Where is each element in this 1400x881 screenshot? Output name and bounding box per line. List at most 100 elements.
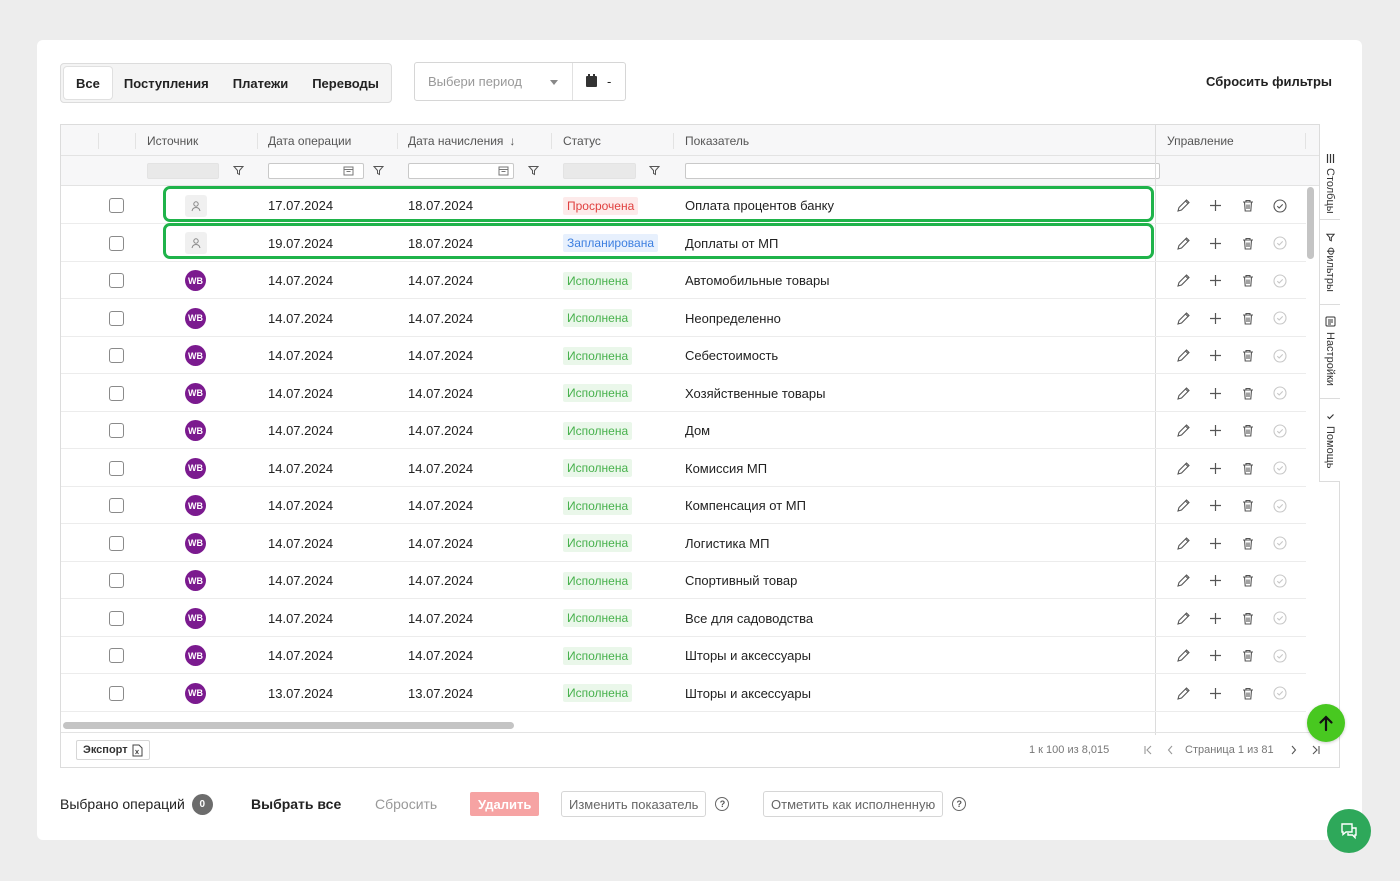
side-tab-columns[interactable]: Столбцы	[1320, 148, 1340, 220]
add-icon[interactable]	[1206, 271, 1225, 290]
mark-done-icon[interactable]	[1270, 196, 1289, 215]
mark-done-icon[interactable]	[1270, 496, 1289, 515]
calendar-icon[interactable]	[343, 165, 354, 176]
edit-icon[interactable]	[1174, 571, 1193, 590]
col-indicator-header[interactable]: Показатель	[685, 125, 749, 156]
delete-icon[interactable]	[1238, 684, 1257, 703]
row-checkbox[interactable]	[109, 498, 124, 513]
col-op-date-header[interactable]: Дата операции	[268, 125, 351, 156]
chat-button[interactable]	[1327, 809, 1371, 853]
col-status-header[interactable]: Статус	[563, 125, 601, 156]
mark-done-icon[interactable]	[1270, 534, 1289, 553]
edit-icon[interactable]	[1174, 346, 1193, 365]
add-icon[interactable]	[1206, 496, 1225, 515]
mark-done-icon[interactable]	[1270, 646, 1289, 665]
edit-icon[interactable]	[1174, 496, 1193, 515]
edit-icon[interactable]	[1174, 421, 1193, 440]
add-icon[interactable]	[1206, 346, 1225, 365]
delete-icon[interactable]	[1238, 234, 1257, 253]
add-icon[interactable]	[1206, 234, 1225, 253]
delete-icon[interactable]	[1238, 609, 1257, 628]
table-row[interactable]: WB 14.07.2024 14.07.2024 Исполнена Шторы и а…	[61, 637, 1306, 674]
row-checkbox[interactable]	[109, 685, 124, 701]
scroll-to-top-button[interactable]	[1307, 704, 1345, 742]
delete-icon[interactable]	[1238, 196, 1257, 215]
delete-icon[interactable]	[1238, 571, 1257, 590]
row-checkbox[interactable]	[109, 610, 124, 626]
period-select[interactable]: Выбери период	[415, 63, 573, 100]
col-source-header[interactable]: Источник	[147, 125, 198, 156]
add-icon[interactable]	[1206, 534, 1225, 553]
row-checkbox[interactable]	[109, 385, 124, 401]
edit-icon[interactable]	[1174, 309, 1193, 328]
export-button[interactable]: Экспорт	[76, 740, 150, 760]
add-icon[interactable]	[1206, 609, 1225, 628]
change-indicator-button[interactable]: Изменить показатель	[561, 791, 707, 817]
delete-icon[interactable]	[1238, 459, 1257, 478]
next-page-icon[interactable]	[1290, 745, 1297, 755]
table-row[interactable]: WB 14.07.2024 14.07.2024 Исполнена Компенсац…	[61, 487, 1306, 524]
row-checkbox[interactable]	[109, 648, 124, 663]
filter-icon[interactable]	[649, 165, 660, 176]
delete-icon[interactable]	[1238, 496, 1257, 515]
mark-done-button[interactable]: Отметить как исполненную	[763, 791, 944, 817]
edit-icon[interactable]	[1174, 534, 1193, 553]
delete-icon[interactable]	[1238, 534, 1257, 553]
row-checkbox[interactable]	[109, 535, 124, 551]
mark-done-icon[interactable]	[1270, 459, 1289, 478]
add-icon[interactable]	[1206, 384, 1225, 403]
edit-icon[interactable]	[1174, 459, 1193, 478]
calendar-icon[interactable]	[498, 165, 509, 176]
tab-transfers[interactable]: Переводы	[300, 67, 391, 99]
delete-icon[interactable]	[1238, 271, 1257, 290]
edit-icon[interactable]	[1174, 684, 1193, 703]
mark-done-icon[interactable]	[1270, 346, 1289, 365]
filter-icon[interactable]	[373, 165, 384, 176]
filter-icon[interactable]	[233, 165, 244, 176]
table-row[interactable]: 17.07.2024 18.07.2024 Просрочена Оплата про…	[61, 187, 1306, 224]
source-filter-input[interactable]	[147, 163, 219, 179]
table-row[interactable]: WB 14.07.2024 14.07.2024 Исполнена Комиссия …	[61, 450, 1306, 487]
mark-done-icon[interactable]	[1270, 271, 1289, 290]
edit-icon[interactable]	[1174, 234, 1193, 253]
delete-button[interactable]: Удалить	[470, 792, 540, 816]
vertical-scrollbar[interactable]	[1307, 187, 1314, 259]
mark-done-icon[interactable]	[1270, 384, 1289, 403]
prev-page-icon[interactable]	[1167, 745, 1174, 755]
last-page-icon[interactable]	[1311, 745, 1320, 755]
row-checkbox[interactable]	[109, 235, 124, 251]
date-range-button[interactable]: -	[573, 74, 625, 89]
mark-done-icon[interactable]	[1270, 609, 1289, 628]
edit-icon[interactable]	[1174, 646, 1193, 665]
add-icon[interactable]	[1206, 421, 1225, 440]
delete-icon[interactable]	[1238, 646, 1257, 665]
table-row[interactable]: WB 13.07.2024 13.07.2024 Исполнена Шторы и а…	[61, 675, 1306, 712]
tab-income[interactable]: Поступления	[112, 67, 221, 99]
table-row[interactable]: WB 14.07.2024 14.07.2024 Исполнена Логистика…	[61, 525, 1306, 562]
filter-icon[interactable]	[528, 165, 539, 176]
row-checkbox[interactable]	[109, 273, 124, 288]
delete-icon[interactable]	[1238, 384, 1257, 403]
col-accrual-date-header[interactable]: Дата начисления ↓	[408, 125, 515, 156]
side-tab-help[interactable]: Помощь	[1320, 406, 1340, 482]
delete-icon[interactable]	[1238, 346, 1257, 365]
add-icon[interactable]	[1206, 684, 1225, 703]
tab-payments[interactable]: Платежи	[221, 67, 300, 99]
mark-done-icon[interactable]	[1270, 309, 1289, 328]
table-row[interactable]: WB 14.07.2024 14.07.2024 Исполнена Себестоим…	[61, 337, 1306, 374]
table-row[interactable]: WB 14.07.2024 14.07.2024 Исполнена Все для с…	[61, 600, 1306, 637]
mark-done-icon[interactable]	[1270, 234, 1289, 253]
side-tab-settings[interactable]: Настройки	[1320, 310, 1340, 399]
help-icon[interactable]: ?	[715, 797, 730, 811]
table-row[interactable]: WB 14.07.2024 14.07.2024 Исполнена Неопредел…	[61, 300, 1306, 337]
edit-icon[interactable]	[1174, 271, 1193, 290]
table-row[interactable]: WB 14.07.2024 14.07.2024 Исполнена Спортивны…	[61, 562, 1306, 599]
add-icon[interactable]	[1206, 196, 1225, 215]
row-checkbox[interactable]	[109, 310, 124, 326]
reset-filters-button[interactable]: Сбросить фильтры	[1206, 74, 1332, 89]
help-icon[interactable]: ?	[952, 797, 967, 811]
side-tab-filters[interactable]: Фильтры	[1320, 227, 1340, 305]
table-row[interactable]: WB 14.07.2024 14.07.2024 Исполнена Дом	[61, 412, 1306, 449]
tab-all[interactable]: Все	[64, 67, 112, 99]
add-icon[interactable]	[1206, 459, 1225, 478]
